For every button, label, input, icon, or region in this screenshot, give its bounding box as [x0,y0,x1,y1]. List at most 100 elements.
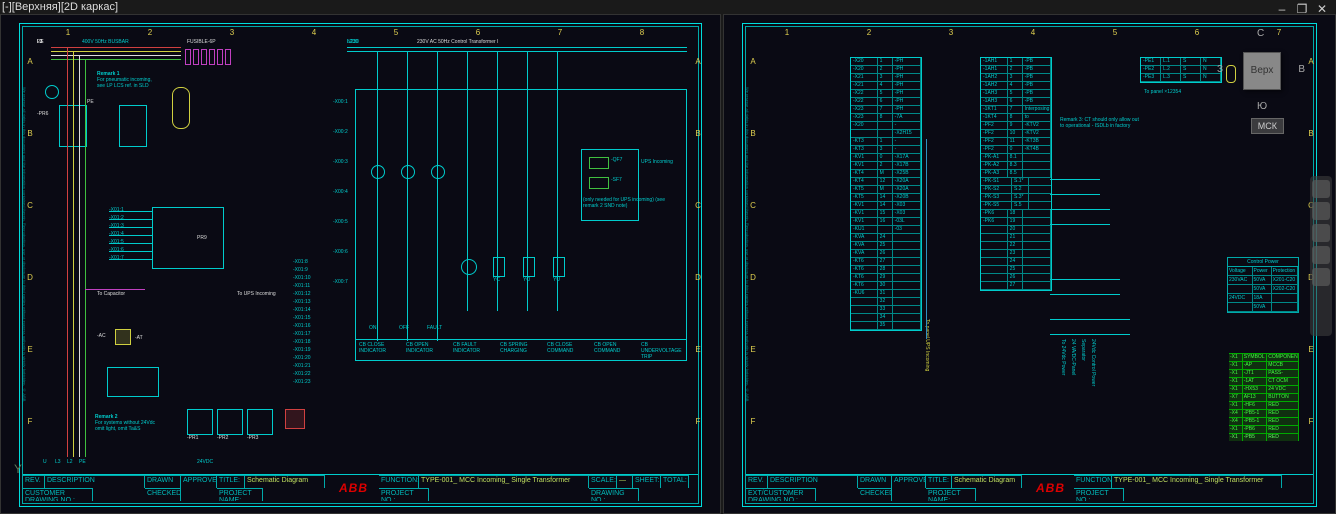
restore-button[interactable]: ❐ [1294,2,1310,16]
showmotion-icon[interactable] [1312,268,1330,286]
viewport-left[interactable]: We reserve all rights in this document a… [0,14,721,514]
ind-off-t: OFF [399,325,409,331]
ind-caption: CB SPRING CHARGING [500,342,544,354]
pe-row: -PE1L.1SN [1141,58,1221,66]
terminal-row: -KT630 [851,282,921,290]
tb-box [107,367,159,397]
ac-box [115,329,131,345]
relay-term: -X01:5 [109,239,124,245]
tbb-w4 [1050,224,1110,225]
terminal-row: -PK-S1S.1* [981,178,1051,186]
x01-term: -X01:16 [293,323,311,329]
terminal-row: -X214-PH [851,82,921,90]
viewcube-east[interactable]: В [1298,64,1305,75]
grid-row: A [25,57,35,66]
terminal-row: -1AH35-PB [981,90,1051,98]
n230: N230 [347,39,359,45]
terminal-row: -KVA25 [851,242,921,250]
pan-icon[interactable] [1312,202,1330,220]
grid-row: F [693,417,703,426]
tb-scale-val: — [617,475,633,488]
terminal-block-b: -1AH11-PB-1AH12-PB-1AH23-PB-1AH24-PB-1AH… [980,57,1052,291]
terminal-row: -PK-A38.5 [981,170,1051,178]
x01-term: -X01:22 [293,371,311,377]
grid-row: C [693,201,703,210]
terminal-row: -PK618 [981,210,1051,218]
terminal-row: -PK-S2S.2 [981,186,1051,194]
terminal-row: 35 [851,322,921,330]
ups-label: To UPS Incoming [237,291,276,297]
tbb-w7 [1050,319,1130,320]
pr1-box [187,409,213,435]
x01-term: -X01:10 [293,275,311,281]
pr9-label: PR9 [197,235,207,241]
tb-drawn-r: DRAWN [858,475,892,488]
view-label[interactable]: [-][Верхняя][2D каркас] [2,1,118,13]
grid-row: A [693,57,703,66]
tbb-w2 [1050,194,1100,195]
grid-col: 7 [555,27,565,39]
pr2-box [217,409,243,435]
tbb-w1 [1050,179,1100,180]
tb-checked-r: CHECKED [858,488,892,501]
nav-wheel-icon[interactable] [1312,180,1330,198]
drawing-area-right[interactable]: -X201-PH-X202-PH-X213-PH-X214-PH-X225-PH… [760,39,1299,471]
ground-icon [45,85,59,99]
terminal-row: -KU631 [851,290,921,298]
remark1: Remark 1For pneumatic incoming, see LP L… [97,71,157,89]
wire-l2 [51,51,181,52]
terminal-block-a: -X201-PH-X202-PH-X213-PH-X214-PH-X225-PH… [850,57,922,331]
sheet-frame-left: We reserve all rights in this document a… [19,23,702,507]
wire-l3 [51,55,181,56]
minimize-button[interactable]: – [1274,2,1290,16]
viewcube-north[interactable]: С [1257,28,1264,39]
tba-note: To panel UPS Incoming [924,319,930,371]
cv2 [407,51,408,341]
grid-row: B [25,129,35,138]
close-button[interactable]: ✕ [1314,2,1330,16]
fuse-5 [217,49,223,65]
tb-total: TOTAL: [661,475,689,488]
zoom-icon[interactable] [1312,224,1330,242]
grid-row: C [25,201,35,210]
drawing-area-left[interactable]: 400V 50Hz BUSBAR L1 L2 L3 PE FUSIBLE-6P [37,39,684,471]
terminal-row: -PK-A28.3 [981,162,1051,170]
orbit-icon[interactable] [1312,246,1330,264]
tb-func-r: FUNCTION: [1074,475,1112,488]
x01-term: -X01:19 [293,347,311,353]
pe-note: To panel ×12354 [1144,89,1181,95]
viewcube-west[interactable]: З [1217,64,1223,75]
terminal-row: -PK-A18.1 [981,154,1051,162]
terminal-row: -KV12-X17B [851,162,921,170]
drop-l2 [73,51,74,457]
tbb-w8 [1050,334,1130,335]
viewcube-top-face[interactable]: Верх [1243,52,1281,90]
ctrlpwr-row: 24VDC18A [1228,294,1298,303]
cv1 [377,51,378,341]
ind-caption: CB CLOSE COMMAND [547,342,591,354]
grid-col: 3 [227,27,237,39]
terminal-row: -1AH24-PB [981,82,1051,90]
coil-yo [523,257,535,277]
u-label: U [43,459,47,465]
red-box [285,409,305,429]
x01-term: -X01:12 [293,291,311,297]
x01-term: -X01:8 [293,259,308,265]
rev-row: -X1SYMBOLCOMPONENT DESCR [1229,353,1299,361]
viewcube-south[interactable]: Ю [1257,101,1267,112]
x01-term: -X01:20 [293,355,311,361]
rev-row: -X4-PB5-1RED [1229,417,1299,425]
wcs-label[interactable]: МСК [1251,118,1284,134]
pr3-lbl: -PR3 [247,435,258,441]
viewcube[interactable]: С Ю З В Верх [1221,30,1301,110]
terminal-row: -KVA26 [851,250,921,258]
terminal-row: -KV115-X03 [851,210,921,218]
x01-term: -X01:11 [293,283,310,289]
terminal-row: -PF210-KTV2 [981,130,1051,138]
copyright-strip: We reserve all rights in this document a… [19,87,27,427]
phase-pe: PE [37,39,44,45]
relay-term: -X01:2 [109,215,124,221]
pr3-box [247,409,273,435]
ctrlpwr-row: 50VA [1228,303,1298,312]
x01-term: -X01:9 [293,267,308,273]
